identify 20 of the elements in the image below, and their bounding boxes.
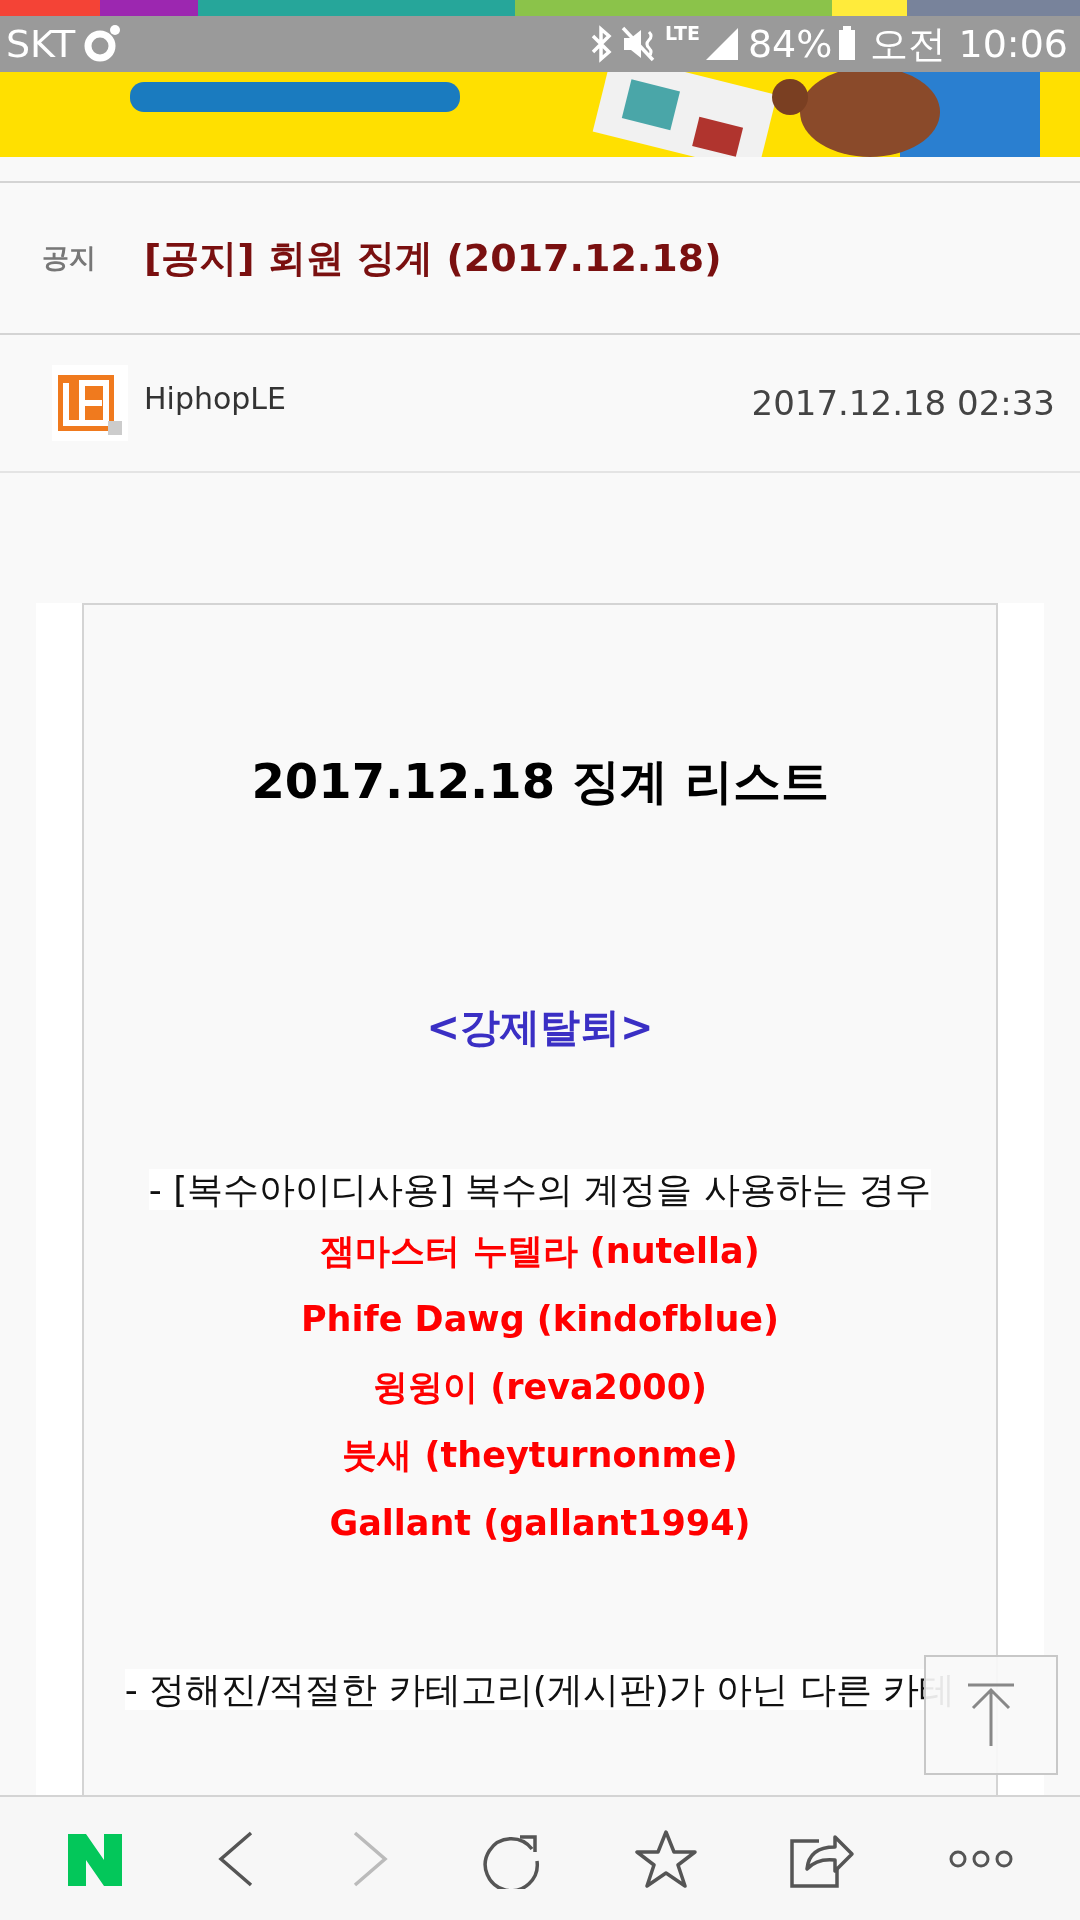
post-date: 2017.12.18 02:33 [751,381,1055,425]
arrow-up-icon [966,1682,1016,1748]
notice-tag: 공지 [42,237,144,279]
article-heading: 2017.12.18 징계 리스트 [250,752,830,811]
author-name[interactable]: HiphopLE [144,375,287,421]
star-icon[interactable] [634,1828,697,1889]
battery-label: 84% [747,20,833,68]
member-name: 잼마스터 누텔라 (nutella) [319,1230,761,1274]
member-name: Gallant (gallant1994) [328,1502,752,1546]
clock-label: 오전 10:06 [870,20,1068,68]
more-icon[interactable] [947,1848,1014,1869]
carrier-label: SKT [6,20,76,68]
member-name: Phife Dawg (kindofblue) [299,1298,781,1342]
avatar-icon [52,365,128,441]
member-name: 붓새 (theyturnonme) [341,1434,739,1478]
notice-title[interactable]: [공지] 회원 징계 (2017.12.18) [144,229,722,287]
network-label: LTE [665,24,700,43]
rule-text: - [복수아이디사용] 복수의 계정을 사용하는 경우 [148,1169,932,1210]
member-name: 윙윙이 (reva2000) [372,1366,708,1410]
section-title: <강제탈퇴> [425,1003,655,1052]
